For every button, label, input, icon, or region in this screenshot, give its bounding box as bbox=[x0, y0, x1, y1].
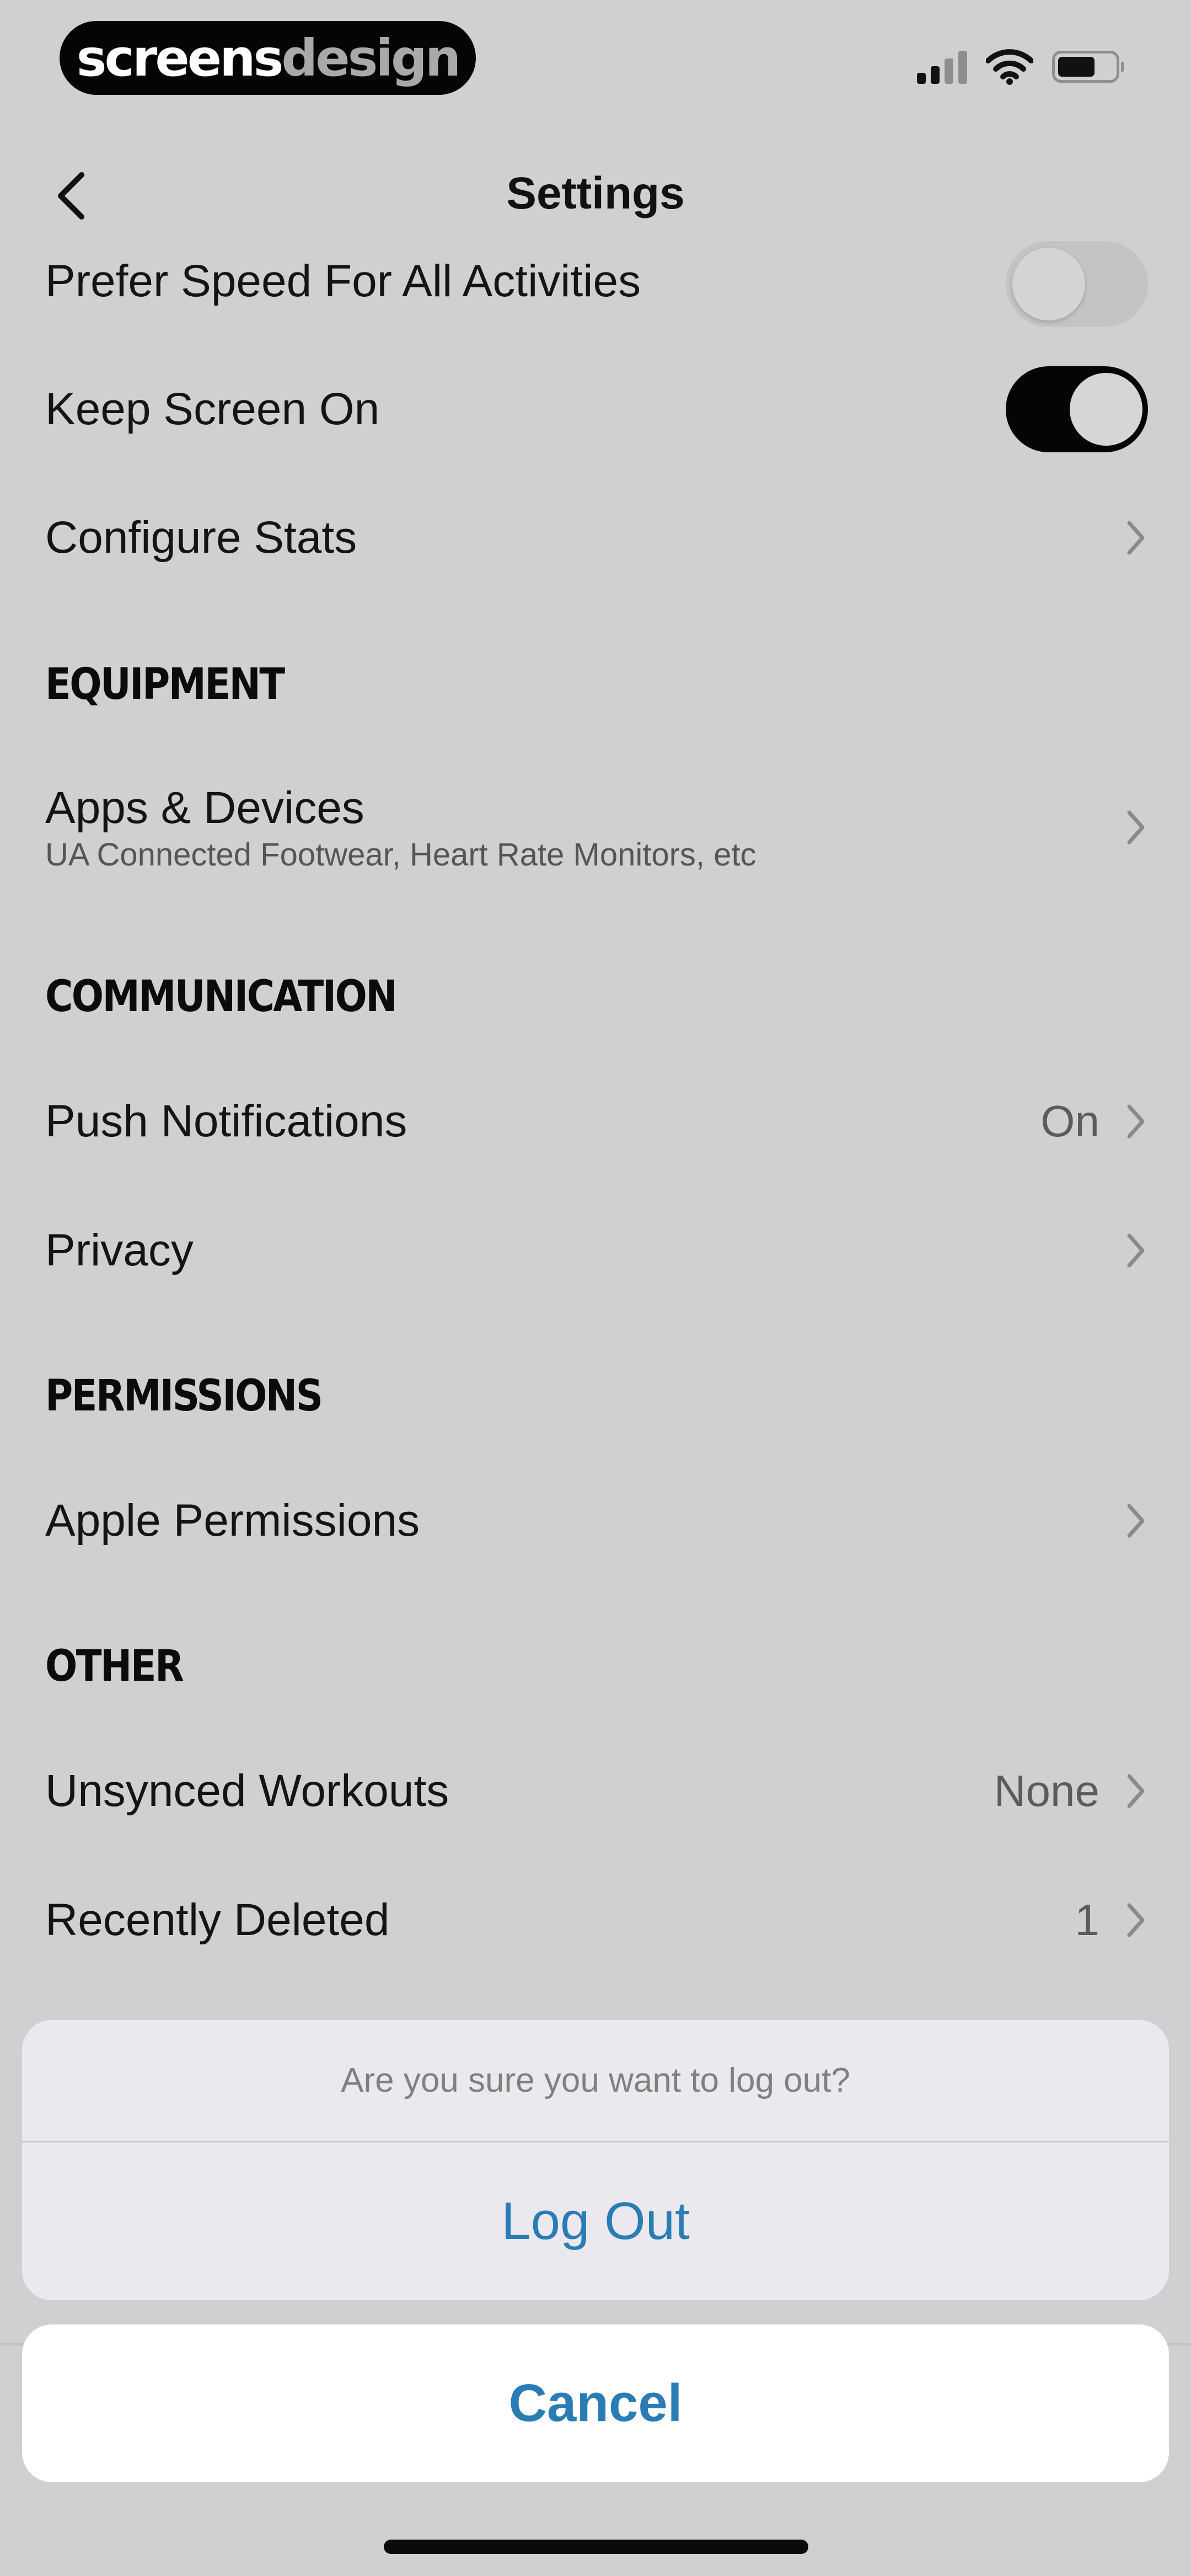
row-label: Configure Stats bbox=[45, 512, 357, 563]
row-label: Push Notifications bbox=[45, 1096, 407, 1146]
chevron-right-icon bbox=[1124, 1100, 1148, 1142]
settings-row-prefer-speed: Prefer Speed For All Activities bbox=[45, 241, 1148, 327]
toggle-knob bbox=[1070, 373, 1142, 446]
chevron-right-icon bbox=[1124, 806, 1148, 848]
row-label: Apps & Devices bbox=[45, 782, 364, 833]
cancel-button[interactable]: Cancel bbox=[22, 2324, 1169, 2482]
settings-row-recently-deleted[interactable]: Recently Deleted 1 bbox=[45, 1884, 1148, 1956]
logo-text-design: design bbox=[281, 28, 461, 88]
action-sheet-message: Are you sure you want to log out? bbox=[22, 2020, 1169, 2142]
keep-screen-on-toggle[interactable] bbox=[1006, 366, 1148, 452]
settings-row-push-notifications[interactable]: Push Notifications On bbox=[45, 1086, 1148, 1157]
row-value: 1 bbox=[1075, 1895, 1100, 1944]
log-out-button[interactable]: Log Out bbox=[22, 2142, 1169, 2300]
row-value: On bbox=[1040, 1097, 1099, 1146]
prefer-speed-toggle[interactable] bbox=[1006, 241, 1148, 327]
row-label: Unsynced Workouts bbox=[45, 1766, 449, 1816]
logout-action-sheet: Are you sure you want to log out? Log Ou… bbox=[22, 2020, 1169, 2300]
home-indicator bbox=[384, 2540, 808, 2554]
row-label: Recently Deleted bbox=[45, 1895, 390, 1945]
signal-icon bbox=[917, 50, 967, 84]
status-icons bbox=[917, 47, 1124, 86]
chevron-right-icon bbox=[1124, 1899, 1148, 1941]
row-label: Privacy bbox=[45, 1225, 194, 1275]
chevron-right-icon bbox=[1124, 1770, 1148, 1812]
row-label: Prefer Speed For All Activities bbox=[45, 256, 641, 306]
chevron-right-icon bbox=[1124, 1230, 1148, 1271]
settings-row-apple-permissions[interactable]: Apple Permissions bbox=[45, 1485, 1148, 1557]
section-header-communication: COMMUNICATION bbox=[45, 972, 398, 1022]
row-label: Apple Permissions bbox=[45, 1495, 420, 1546]
settings-row-unsynced-workouts[interactable]: Unsynced Workouts None bbox=[45, 1755, 1148, 1827]
section-header-permissions: PERMISSIONS bbox=[45, 1371, 323, 1421]
chevron-right-icon bbox=[1124, 517, 1148, 559]
wifi-icon bbox=[986, 49, 1033, 85]
section-header-equipment: EQUIPMENT bbox=[45, 660, 285, 709]
screensdesign-logo: screens design bbox=[60, 21, 476, 95]
settings-row-privacy[interactable]: Privacy bbox=[45, 1215, 1148, 1286]
logo-text-screens: screens bbox=[76, 28, 284, 88]
row-value: None bbox=[994, 1766, 1099, 1815]
settings-row-apps-devices[interactable]: Apps & Devices UA Connected Footwear, He… bbox=[45, 778, 1148, 877]
section-header-other: OTHER bbox=[45, 1642, 184, 1691]
settings-row-keep-screen-on: Keep Screen On bbox=[45, 366, 1148, 452]
battery-icon bbox=[1052, 51, 1124, 83]
settings-row-configure-stats[interactable]: Configure Stats bbox=[45, 502, 1148, 574]
row-subtitle: UA Connected Footwear, Heart Rate Monito… bbox=[45, 836, 757, 873]
row-label: Keep Screen On bbox=[45, 384, 380, 434]
chevron-right-icon bbox=[1124, 1500, 1148, 1542]
page-title: Settings bbox=[506, 168, 685, 218]
toggle-knob bbox=[1012, 248, 1085, 320]
